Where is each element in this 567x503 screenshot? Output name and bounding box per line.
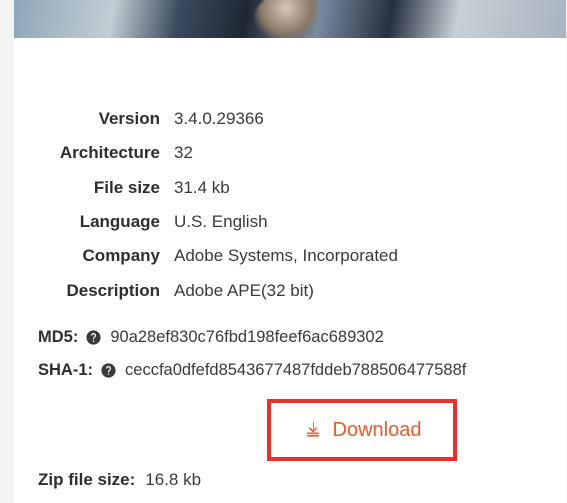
version-label: Version [38, 106, 174, 132]
zip-value: 16.8 kb [145, 470, 201, 490]
md5-label: MD5: [38, 328, 78, 347]
info-table: Version 3.4.0.29366 Architecture 32 File… [38, 106, 542, 304]
version-value: 3.4.0.29366 [174, 106, 542, 132]
sha1-row: SHA-1: ceccfa0dfefd8543677487fddeb788506… [38, 361, 542, 380]
md5-row: MD5: 90a28ef830c76fbd198feef6ac689302 [38, 328, 542, 347]
architecture-label: Architecture [38, 140, 174, 166]
md5-value: 90a28ef830c76fbd198feef6ac689302 [110, 328, 383, 347]
filesize-label: File size [38, 175, 174, 201]
description-value: Adobe APE(32 bit) [174, 278, 542, 304]
sha1-label: SHA-1: [38, 361, 93, 380]
language-label: Language [38, 209, 174, 235]
download-label: Download [333, 419, 422, 442]
description-label: Description [38, 278, 174, 304]
download-button[interactable]: Download [303, 419, 422, 442]
sha1-value: ceccfa0dfefd8543677487fddeb788506477588f [125, 361, 466, 380]
filesize-value: 31.4 kb [174, 175, 542, 201]
zip-label: Zip file size: [38, 470, 135, 490]
company-label: Company [38, 243, 174, 269]
download-icon [303, 420, 323, 440]
download-highlight: Download [267, 399, 457, 461]
language-value: U.S. English [174, 209, 542, 235]
hero-image [14, 0, 566, 38]
company-value: Adobe Systems, Incorporated [174, 243, 542, 269]
question-circle-icon[interactable] [99, 362, 117, 380]
question-circle-icon[interactable] [84, 329, 102, 347]
architecture-value: 32 [174, 140, 542, 166]
zip-row: Zip file size: 16.8 kb [38, 470, 201, 490]
